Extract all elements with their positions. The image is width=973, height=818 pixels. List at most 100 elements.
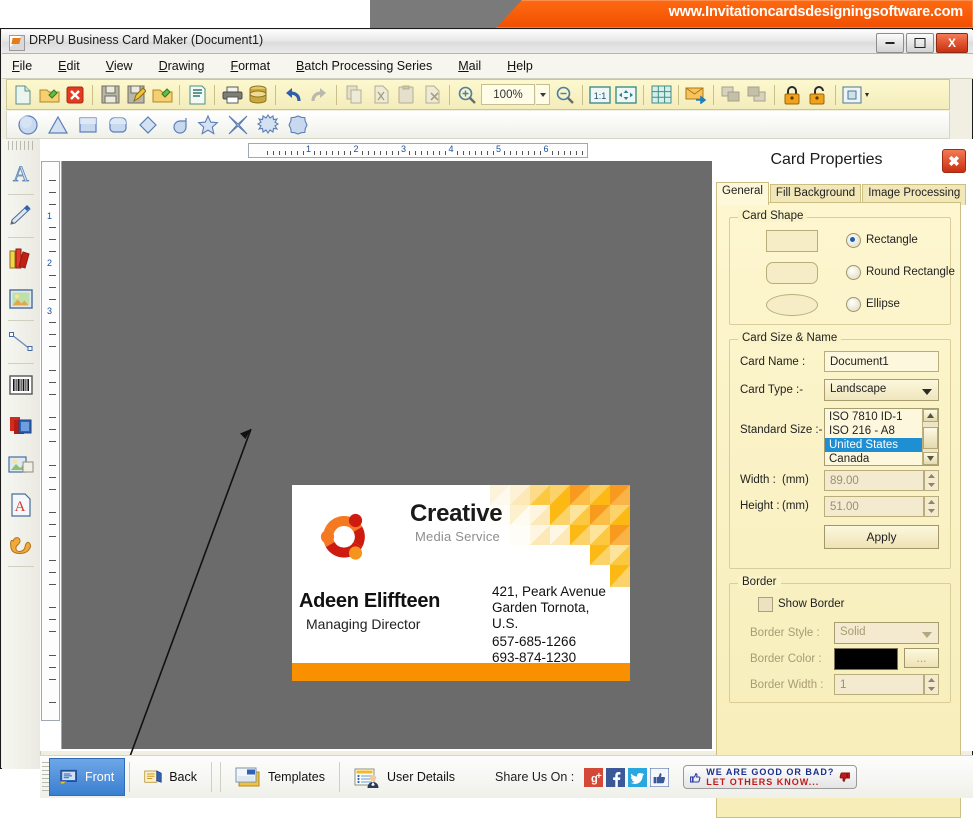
- width-input[interactable]: 89.00: [824, 470, 924, 491]
- border-width-input[interactable]: 1: [834, 674, 924, 695]
- show-border-checkbox[interactable]: [758, 597, 773, 612]
- line-tool-icon[interactable]: [2, 322, 40, 362]
- standard-size-option[interactable]: ISO 216 - A8: [825, 424, 923, 438]
- polygon-shape[interactable]: [283, 113, 313, 137]
- diamond-shape[interactable]: [133, 113, 163, 137]
- ellipse-shape[interactable]: [13, 113, 43, 137]
- new-document-icon[interactable]: [10, 82, 36, 108]
- border-color-browse-button[interactable]: ...: [904, 648, 939, 668]
- ellipse-shape-preview[interactable]: [766, 294, 818, 316]
- unlock-icon[interactable]: [805, 82, 831, 108]
- width-spinner-down[interactable]: [925, 481, 938, 491]
- pencil-tool-icon[interactable]: [2, 196, 40, 236]
- star-shape[interactable]: [193, 113, 223, 137]
- import-icon[interactable]: [149, 82, 175, 108]
- menu-item-batch-processing-series[interactable]: Batch Processing Series: [296, 59, 432, 73]
- facebook-icon[interactable]: [606, 767, 626, 787]
- signature-tool-icon[interactable]: [2, 525, 40, 565]
- bottom-tab-back[interactable]: Back: [134, 759, 207, 795]
- bottom-tab-templates[interactable]: Templates: [225, 759, 335, 795]
- business-card-preview[interactable]: Creative Media Service Adeen Eliffteen M…: [292, 485, 630, 681]
- triangle-shape[interactable]: [43, 113, 73, 137]
- height-spinner-down[interactable]: [925, 507, 938, 517]
- align-icon[interactable]: [840, 82, 874, 108]
- send-back-icon[interactable]: [744, 82, 770, 108]
- menu-item-view[interactable]: View: [106, 59, 133, 73]
- menu-item-mail[interactable]: Mail: [458, 59, 481, 73]
- border-width-spinner-down[interactable]: [925, 685, 938, 695]
- standard-size-option[interactable]: United States: [825, 438, 923, 452]
- picture-frame-icon[interactable]: [2, 445, 40, 485]
- border-style-dropdown[interactable]: Solid: [834, 622, 939, 644]
- round-rectangle-radio[interactable]: [846, 265, 861, 280]
- pie-shape[interactable]: [163, 113, 193, 137]
- height-spinner[interactable]: [924, 496, 939, 517]
- paste-icon[interactable]: [393, 82, 419, 108]
- copy-icon[interactable]: [341, 82, 367, 108]
- actual-size-icon[interactable]: 1:1: [587, 82, 613, 108]
- zoom-in-icon[interactable]: [454, 82, 480, 108]
- border-width-spinner-up[interactable]: [925, 675, 938, 685]
- watermark-text-icon[interactable]: A: [2, 485, 40, 525]
- menu-item-format[interactable]: Format: [230, 59, 270, 73]
- scrollbar-thumb[interactable]: [923, 427, 938, 449]
- menu-item-drawing[interactable]: Drawing: [159, 59, 205, 73]
- open-folder-icon[interactable]: [36, 82, 62, 108]
- listbox-scrollbar[interactable]: [922, 409, 938, 465]
- menu-item-edit[interactable]: Edit: [58, 59, 80, 73]
- panel-close-icon[interactable]: ✖: [942, 149, 966, 173]
- save-as-icon[interactable]: [123, 82, 149, 108]
- properties-icon[interactable]: [184, 82, 210, 108]
- apply-button[interactable]: Apply: [824, 525, 939, 549]
- database-icon[interactable]: [245, 82, 271, 108]
- standard-size-option[interactable]: ISO 7810 ID-1: [825, 410, 923, 424]
- zoom-dropdown-arrow[interactable]: [536, 84, 550, 105]
- zoom-out-icon[interactable]: [552, 82, 578, 108]
- minimize-button[interactable]: [876, 33, 904, 53]
- bottom-tab-front[interactable]: Front: [49, 758, 126, 796]
- close-button[interactable]: X: [936, 33, 968, 53]
- explosion-shape[interactable]: [253, 113, 283, 137]
- barcode-library-icon[interactable]: [2, 239, 40, 279]
- grid-icon[interactable]: [648, 82, 674, 108]
- tab-general[interactable]: General: [716, 182, 769, 205]
- standard-size-listbox[interactable]: ISO 7810 ID-1 ISO 216 - A8 United States Ca…: [824, 408, 939, 466]
- width-spinner-up[interactable]: [925, 471, 938, 481]
- mail-icon[interactable]: [683, 82, 709, 108]
- bring-front-icon[interactable]: [718, 82, 744, 108]
- four-point-star-shape[interactable]: [223, 113, 253, 137]
- menu-item-help[interactable]: Help: [507, 59, 533, 73]
- ellipse-radio[interactable]: [846, 297, 861, 312]
- rounded-rectangle-shape[interactable]: [103, 113, 133, 137]
- width-spinner[interactable]: [924, 470, 939, 491]
- height-spinner-up[interactable]: [925, 497, 938, 507]
- bottom-toolbar-grip[interactable]: [42, 762, 49, 792]
- redo-icon[interactable]: [306, 82, 332, 108]
- height-input[interactable]: 51.00: [824, 496, 924, 517]
- maximize-button[interactable]: [906, 33, 934, 53]
- save-icon[interactable]: [97, 82, 123, 108]
- barcode-tool-icon[interactable]: [2, 365, 40, 405]
- round-rectangle-shape-preview[interactable]: [766, 262, 818, 284]
- image-tool-icon[interactable]: [2, 279, 40, 319]
- twitter-icon[interactable]: [628, 767, 648, 787]
- menu-item-file[interactable]: File: [12, 59, 32, 73]
- border-color-swatch[interactable]: [834, 648, 898, 670]
- card-name-input[interactable]: Document1: [824, 351, 939, 372]
- undo-icon[interactable]: [280, 82, 306, 108]
- close-document-icon[interactable]: [62, 82, 88, 108]
- standard-size-option[interactable]: Canada: [825, 452, 923, 465]
- rectangle-radio[interactable]: [846, 233, 861, 248]
- rectangle-shape[interactable]: [73, 113, 103, 137]
- fit-page-icon[interactable]: [613, 82, 639, 108]
- rectangle-shape-preview[interactable]: [766, 230, 818, 252]
- scroll-down-button[interactable]: [923, 452, 938, 465]
- print-icon[interactable]: [219, 82, 245, 108]
- shape-layers-icon[interactable]: [2, 405, 40, 445]
- bottom-tab-user-details[interactable]: User Details: [344, 759, 465, 795]
- card-type-dropdown[interactable]: Landscape: [824, 379, 939, 401]
- delete-icon[interactable]: [419, 82, 445, 108]
- border-width-spinner[interactable]: [924, 674, 939, 695]
- cut-icon[interactable]: [367, 82, 393, 108]
- palette-grip[interactable]: [8, 141, 34, 150]
